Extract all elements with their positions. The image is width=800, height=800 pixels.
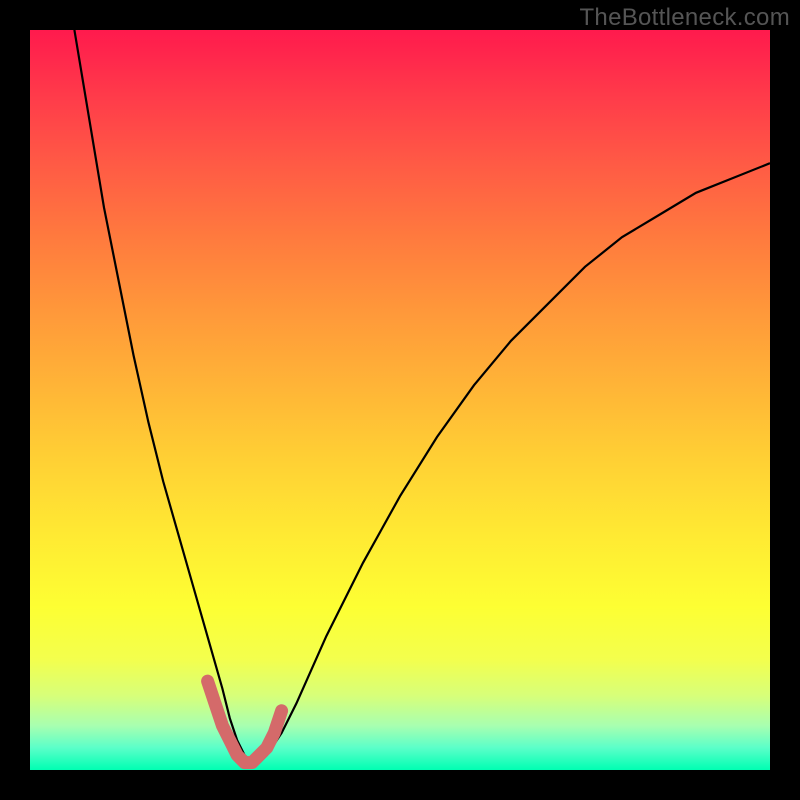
highlight-band-path [208,681,282,762]
curve-svg [30,30,770,770]
plot-area [30,30,770,770]
watermark-text: TheBottleneck.com [579,4,790,32]
bottleneck-curve-path [74,30,770,763]
chart-frame: TheBottleneck.com [0,0,800,800]
